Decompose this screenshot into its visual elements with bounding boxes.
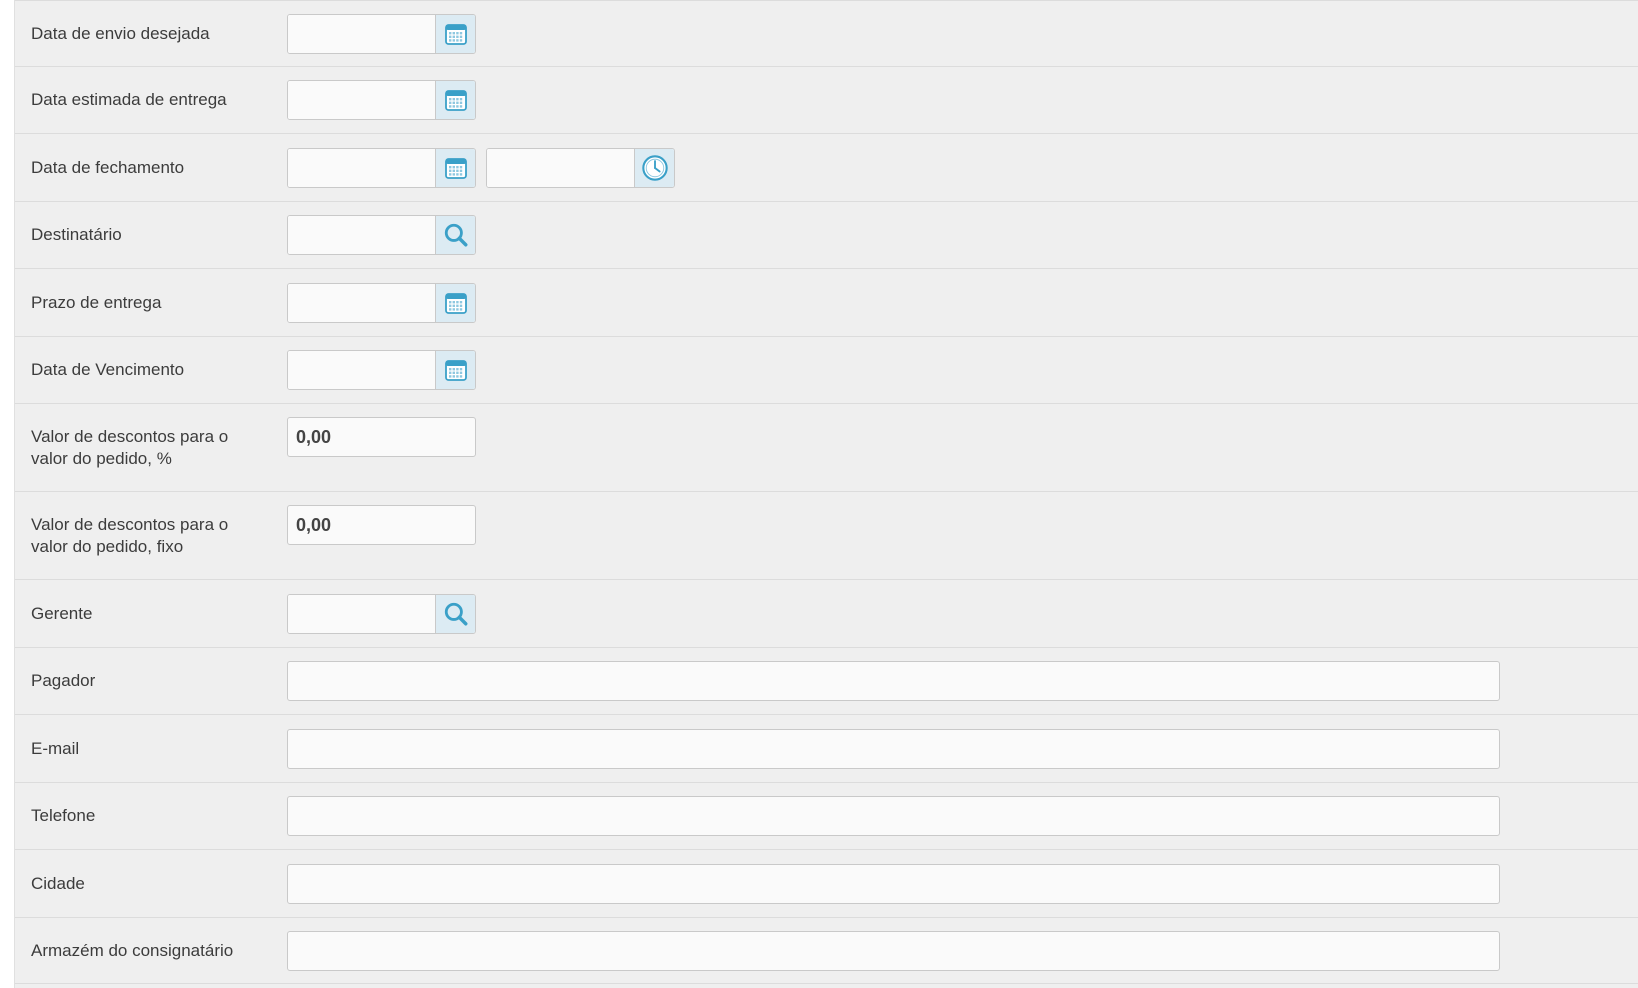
manager-lookup: [287, 593, 476, 634]
search-icon: [443, 222, 469, 248]
payer-input[interactable]: [287, 661, 1500, 701]
due-date-calendar-button[interactable]: [435, 351, 475, 389]
phone-input[interactable]: [287, 796, 1500, 836]
discount-fixed-label: Valor de descontos para o valor do pedid…: [31, 515, 229, 556]
row-discount-fixed: Valor de descontos para o valor do pedid…: [15, 492, 1638, 580]
row-closing-date: Data de fechamento: [15, 134, 1638, 202]
clock-icon: [641, 154, 669, 182]
email-input[interactable]: [287, 728, 1500, 769]
row-consignee-warehouse: Armazém do consignatário: [15, 918, 1638, 984]
estimated-delivery-date-input[interactable]: [288, 81, 435, 119]
discount-percent-input[interactable]: [287, 417, 476, 457]
closing-date-label: Data de fechamento: [31, 157, 185, 177]
row-city: Cidade: [15, 850, 1638, 918]
calendar-icon: [444, 88, 468, 112]
closing-date-calendar-button[interactable]: [435, 148, 475, 187]
calendar-icon: [444, 22, 468, 46]
order-form: Data de envio desejada Data estimada de …: [14, 0, 1638, 988]
delivery-deadline-input[interactable]: [288, 283, 435, 322]
row-discount-percent: Valor de descontos para o valor do pedid…: [15, 404, 1638, 492]
payer-label: Pagador: [31, 671, 96, 690]
row-desired-ship-date: Data de envio desejada: [15, 0, 1638, 67]
closing-time-input[interactable]: [487, 148, 634, 187]
estimated-delivery-date-calendar-button[interactable]: [435, 81, 475, 119]
closing-date-picker: [287, 147, 476, 188]
row-payer: Pagador: [15, 648, 1638, 715]
row-email: E-mail: [15, 715, 1638, 783]
manager-label: Gerente: [31, 603, 93, 623]
desired-ship-date-input[interactable]: [288, 14, 435, 53]
desired-ship-date-label: Data de envio desejada: [31, 23, 210, 43]
delivery-deadline-picker: [287, 282, 476, 323]
recipient-search-button[interactable]: [435, 216, 475, 254]
closing-time-clock-button[interactable]: [634, 148, 674, 187]
delivery-deadline-calendar-button[interactable]: [435, 283, 475, 322]
row-recipient: Destinatário: [15, 202, 1638, 269]
desired-ship-date-calendar-button[interactable]: [435, 14, 475, 53]
recipient-lookup: [287, 215, 476, 255]
calendar-icon: [444, 156, 468, 180]
due-date-input[interactable]: [288, 351, 435, 389]
row-manager: Gerente: [15, 580, 1638, 648]
city-input[interactable]: [287, 863, 1500, 904]
row-delivery-deadline: Prazo de entrega: [15, 269, 1638, 337]
row-phone: Telefone: [15, 783, 1638, 850]
discount-percent-label: Valor de descontos para o valor do pedid…: [31, 427, 229, 468]
delivery-deadline-label: Prazo de entrega: [31, 292, 162, 312]
manager-input[interactable]: [288, 594, 435, 633]
recipient-label: Destinatário: [31, 225, 122, 244]
manager-search-button[interactable]: [435, 594, 475, 633]
email-label: E-mail: [31, 738, 80, 758]
calendar-icon: [444, 291, 468, 315]
phone-label: Telefone: [31, 806, 96, 825]
search-icon: [443, 601, 469, 627]
due-date-label: Data de Vencimento: [31, 360, 185, 379]
discount-fixed-input[interactable]: [287, 505, 476, 545]
estimated-delivery-date-label: Data estimada de entrega: [31, 90, 227, 109]
closing-date-input[interactable]: [288, 148, 435, 187]
city-label: Cidade: [31, 873, 85, 893]
due-date-picker: [287, 350, 476, 390]
recipient-input[interactable]: [288, 216, 435, 254]
closing-time-picker: [486, 147, 675, 188]
consignee-warehouse-label: Armazém do consignatário: [31, 940, 234, 960]
row-due-date: Data de Vencimento: [15, 337, 1638, 404]
consignee-warehouse-input[interactable]: [287, 930, 1500, 971]
calendar-icon: [444, 358, 468, 382]
row-estimated-delivery-date: Data estimada de entrega: [15, 67, 1638, 134]
desired-ship-date-picker: [287, 13, 476, 54]
estimated-delivery-date-picker: [287, 80, 476, 120]
